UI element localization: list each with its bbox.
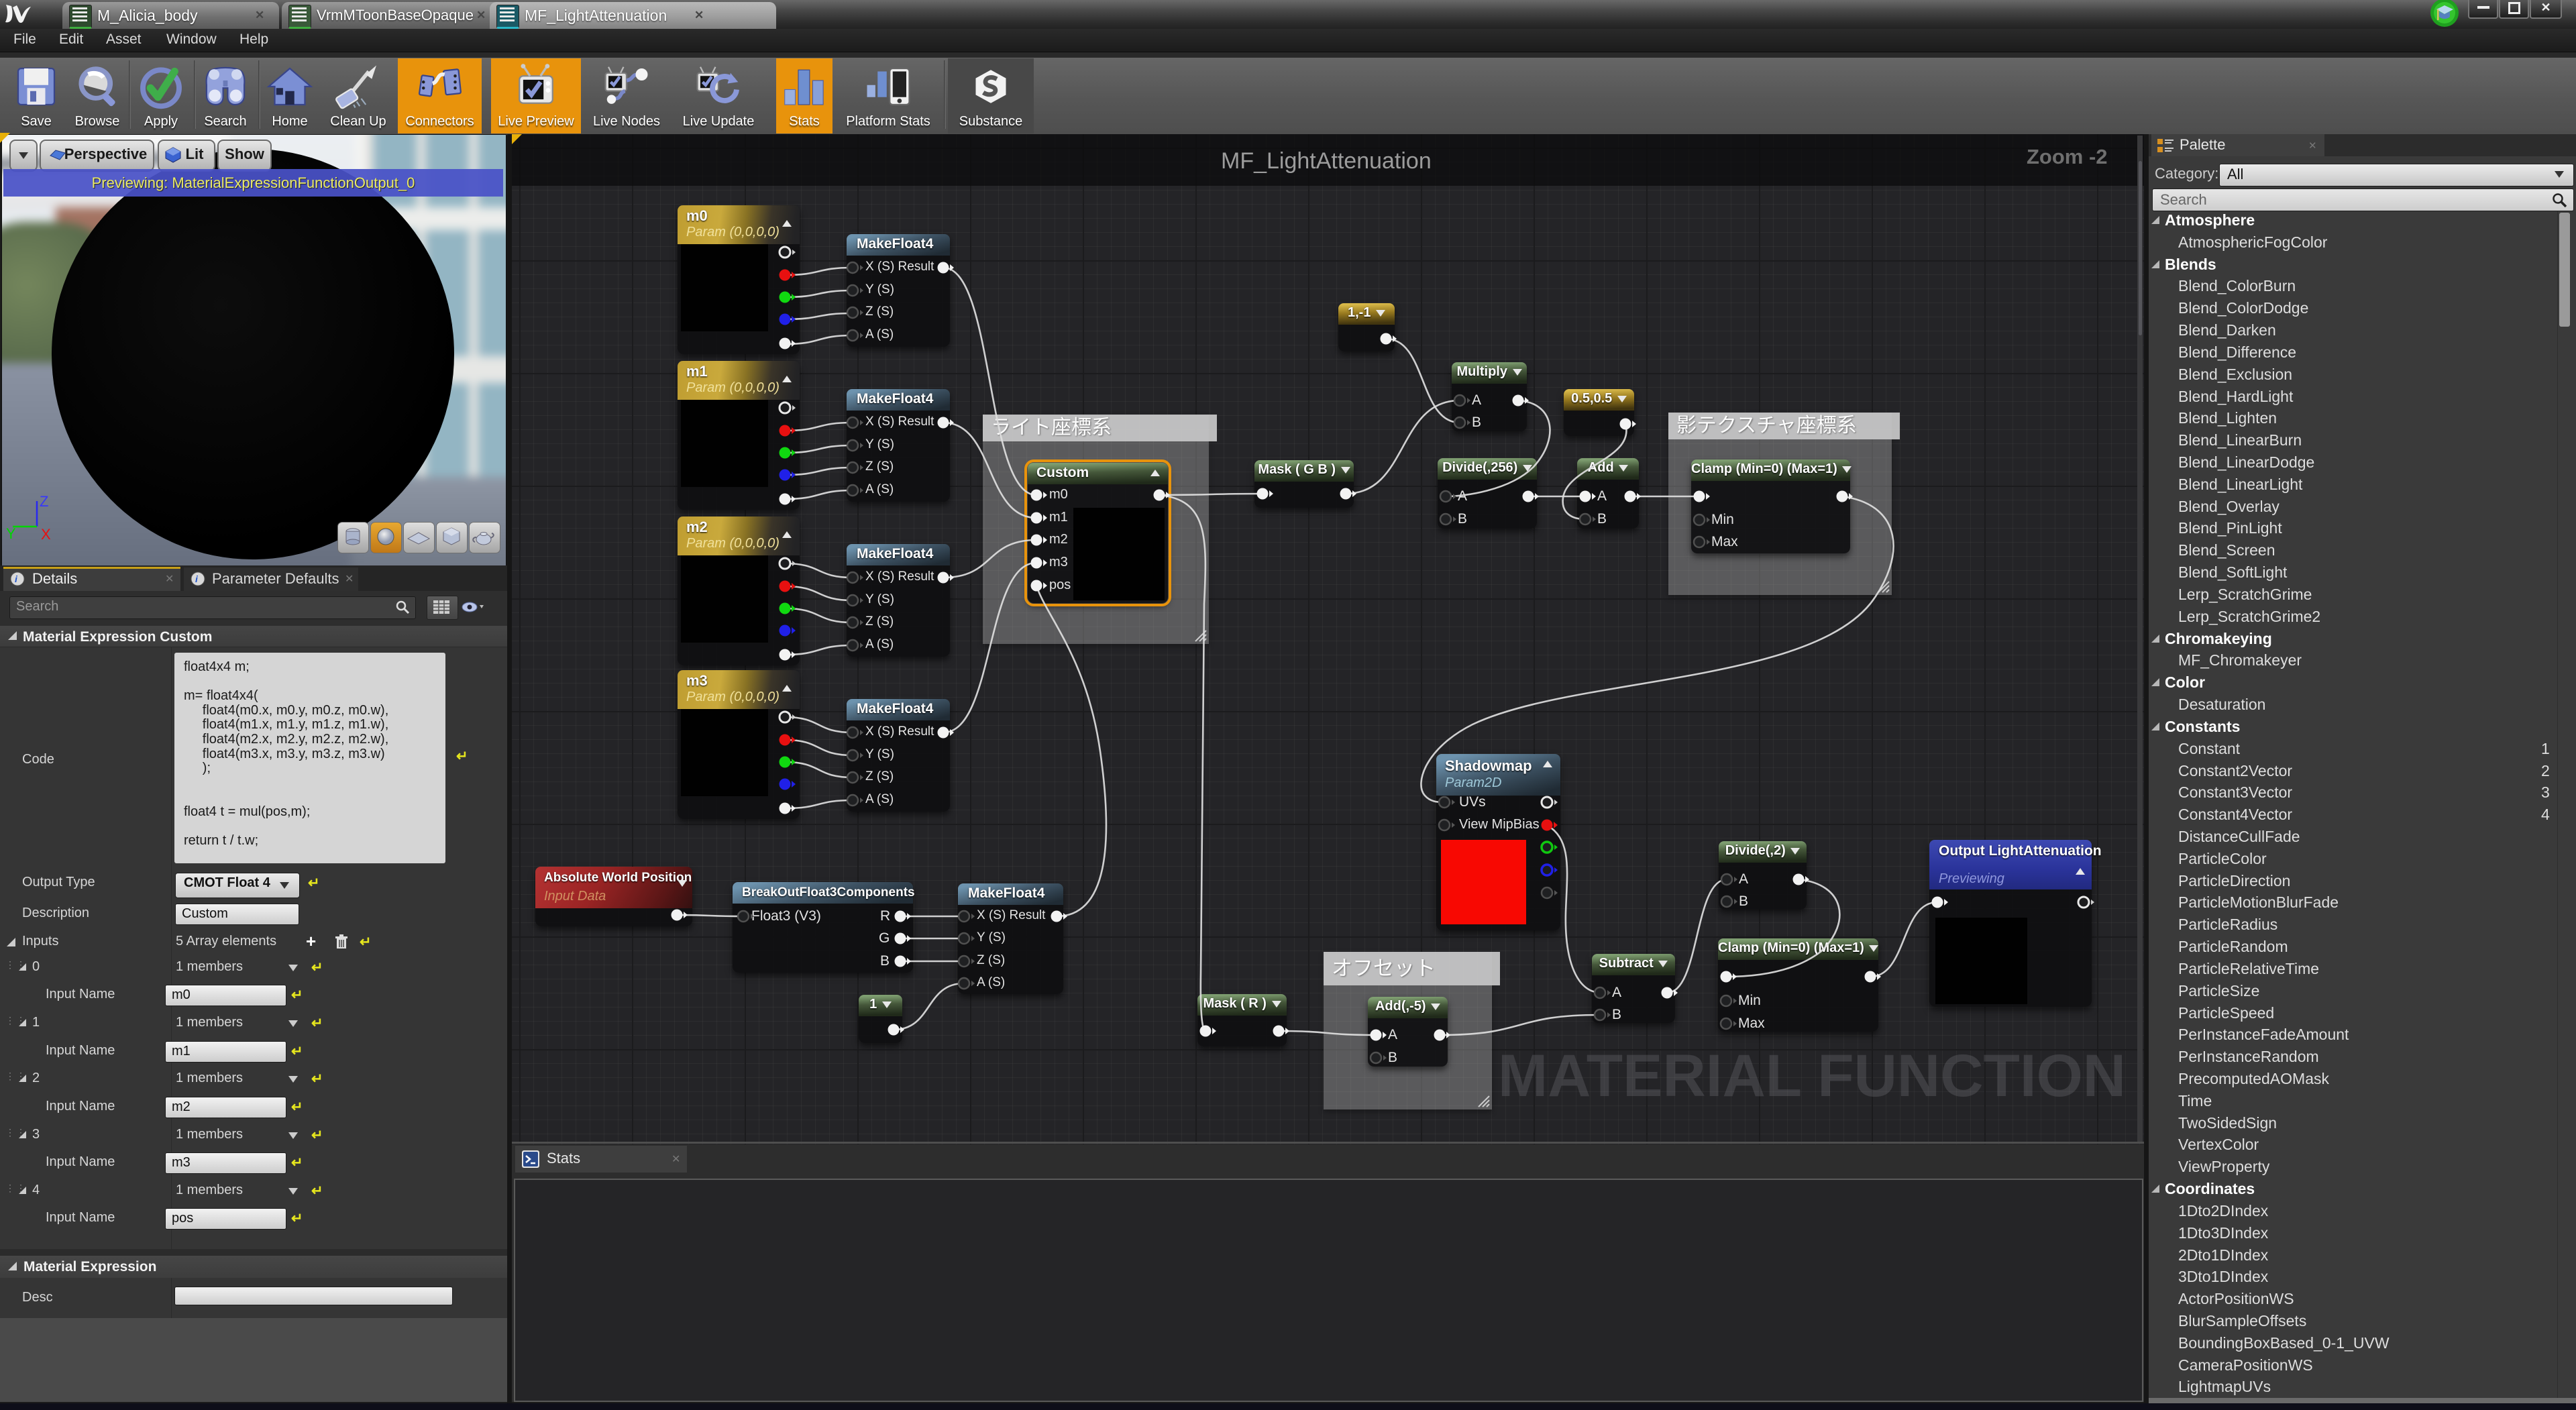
svg-text:Y: Y: [6, 525, 16, 540]
svg-text:X: X: [41, 526, 51, 540]
svg-text:Z: Z: [40, 493, 48, 510]
